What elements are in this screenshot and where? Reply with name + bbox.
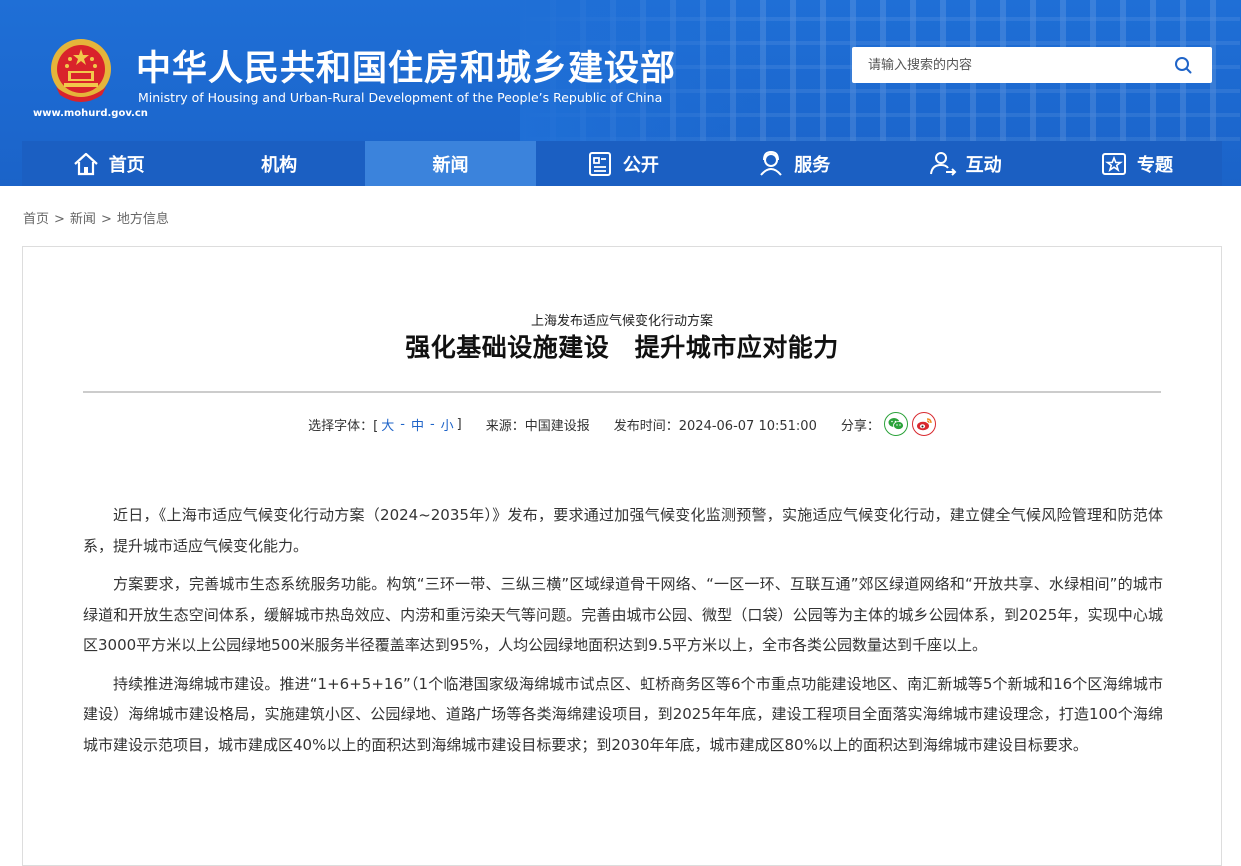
- site-url: www.mohurd.gov.cn: [33, 108, 148, 119]
- breadcrumb-home[interactable]: 首页: [23, 212, 49, 227]
- weibo-icon: [916, 418, 932, 431]
- main-nav: 首页 机构 新闻 公开 服务 互动 专题: [22, 141, 1222, 186]
- font-size-bracket: ]: [456, 416, 462, 432]
- home-icon: [73, 152, 98, 175]
- wechat-icon: [888, 418, 904, 430]
- nav-item-service[interactable]: 服务: [708, 141, 879, 186]
- nav-item-label: 互动: [965, 154, 1002, 176]
- nav-item-label: 首页: [108, 154, 145, 176]
- article-source: 来源：中国建设报: [485, 418, 590, 434]
- service-icon: [760, 150, 783, 176]
- nav-item-label: 新闻: [432, 154, 469, 176]
- divider: [83, 391, 1161, 393]
- share-wechat-button[interactable]: [883, 412, 908, 436]
- search-box: [852, 47, 1212, 83]
- breadcrumb-separator: >: [54, 212, 65, 227]
- article-container: 上海发布适应气候变化行动方案 强化基础设施建设 提升城市应对能力 选择字体：[ …: [22, 246, 1222, 866]
- article-publish-time: 发布时间：2024-06-07 10:51:00: [613, 418, 817, 434]
- font-size-small-link[interactable]: 小: [441, 415, 454, 434]
- nav-item-interaction[interactable]: 互动: [879, 141, 1050, 186]
- share-label: 分享：: [840, 418, 880, 434]
- nav-item-label: 机构: [261, 154, 298, 176]
- breadcrumb-local-info[interactable]: 地方信息: [117, 212, 169, 227]
- nav-item-special-topic[interactable]: 专题: [1050, 141, 1221, 186]
- nav-item-disclosure[interactable]: 公开: [536, 141, 707, 186]
- article-paragraph: 持续推进海绵城市建设。推进“1+6+5+16”（1个临港国家级海绵城市试点区、虹…: [83, 674, 1163, 754]
- font-size-medium-link[interactable]: 中: [411, 415, 424, 434]
- nav-item-label: 公开: [622, 154, 659, 176]
- ministry-title-en: Ministry of Housing and Urban-Rural Deve…: [138, 90, 663, 105]
- nav-item-organization[interactable]: 机构: [193, 141, 364, 186]
- share-group: 分享：: [841, 412, 936, 436]
- font-size-label: 选择字体：[: [308, 418, 379, 434]
- ministry-title-cn: 中华人民共和国住房和城乡建设部: [136, 49, 677, 89]
- nav-item-label: 专题: [1137, 154, 1174, 176]
- breadcrumb: 首页 > 新闻 > 地方信息: [23, 208, 169, 227]
- article-meta: 选择字体：[ 大 - 中 - 小 ] 来源：中国建设报 发布时间：2024-06…: [23, 412, 1221, 436]
- font-size-dash: -: [400, 416, 405, 432]
- nav-item-news[interactable]: 新闻: [364, 141, 537, 186]
- article-headline: 强化基础设施建设 提升城市应对能力: [405, 333, 839, 362]
- breadcrumb-news[interactable]: 新闻: [70, 212, 96, 227]
- nav-item-home[interactable]: 首页: [22, 141, 193, 186]
- search-input[interactable]: [852, 47, 1162, 83]
- article-body: 近日，《上海市适应气候变化行动方案（2024~2035年）》发布，要求通过加强气…: [83, 500, 1163, 768]
- nav-item-label: 服务: [794, 154, 831, 176]
- font-size-large-link[interactable]: 大: [381, 415, 394, 434]
- special-topic-icon: [1102, 152, 1127, 175]
- share-weibo-button[interactable]: [911, 412, 936, 436]
- interaction-icon: [929, 151, 957, 176]
- national-emblem-icon: [51, 39, 111, 102]
- breadcrumb-separator: >: [100, 212, 112, 227]
- article-paragraph: 方案要求，完善城市生态系统服务功能。构筑“三环一带、三纵三横”区域绿道骨干网络、…: [83, 575, 1163, 654]
- article-paragraph: 近日，《上海市适应气候变化行动方案（2024~2035年）》发布，要求通过加强气…: [83, 506, 1163, 555]
- search-icon[interactable]: [1174, 56, 1192, 74]
- font-size-selector: 选择字体：[ 大 - 中 - 小 ]: [308, 415, 462, 434]
- article-subtitle: 上海发布适应气候变化行动方案: [530, 314, 713, 329]
- font-size-dash: -: [429, 416, 435, 432]
- site-header: www.mohurd.gov.cn 中华人民共和国住房和城乡建设部 Minist…: [0, 0, 1241, 186]
- document-icon: [588, 151, 611, 176]
